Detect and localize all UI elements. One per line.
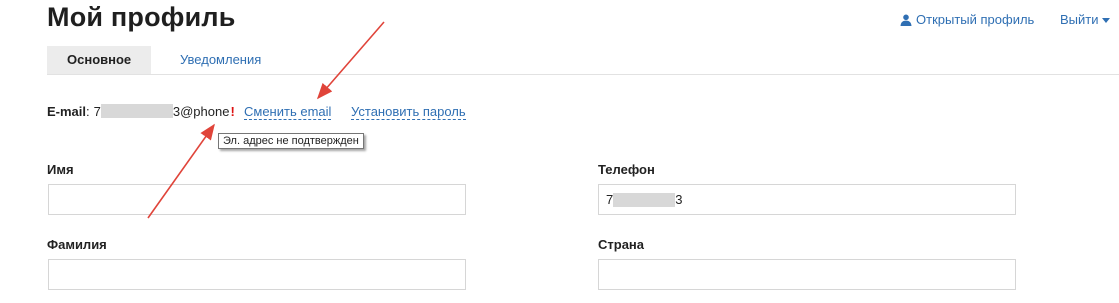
- name-label: Имя: [47, 162, 74, 177]
- email-row: E-mail: 7 3@phone!: [47, 104, 235, 119]
- phone-redaction: [613, 193, 676, 207]
- user-icon: [900, 14, 912, 26]
- name-field[interactable]: [48, 184, 466, 215]
- arrow-to-change-email: [316, 21, 385, 100]
- logout-label: Выйти: [1060, 12, 1099, 27]
- logout-dropdown[interactable]: Выйти: [1060, 12, 1110, 27]
- set-password-link[interactable]: Установить пароль: [351, 104, 466, 120]
- country-field[interactable]: [598, 259, 1016, 290]
- lastname-label: Фамилия: [47, 237, 107, 252]
- email-colon: :: [86, 104, 90, 119]
- page-title: Мой профиль: [47, 2, 236, 32]
- phone-value-end: 3: [675, 192, 683, 207]
- tab-notifications[interactable]: Уведомления: [160, 46, 281, 74]
- phone-field[interactable]: 73: [598, 184, 1016, 215]
- caret-down-icon: [1101, 18, 1110, 23]
- tab-main[interactable]: Основное: [47, 46, 152, 74]
- phone-label: Телефон: [598, 162, 655, 177]
- open-profile-label: Открытый профиль: [916, 12, 1035, 27]
- email-value: 7 3@phone!: [94, 104, 235, 119]
- phone-value-start: 7: [606, 192, 614, 207]
- unverified-tooltip: Эл. адрес не подтвержден: [218, 133, 364, 149]
- email-label: E-mail: [47, 104, 87, 119]
- email-redaction: [100, 104, 173, 118]
- email-value-end: 3@phone: [172, 104, 230, 119]
- country-label: Страна: [598, 237, 645, 252]
- change-email-link[interactable]: Сменить email: [244, 104, 332, 120]
- email-unverified-icon[interactable]: !: [230, 104, 234, 119]
- lastname-field[interactable]: [48, 259, 466, 290]
- open-profile-link[interactable]: Открытый профиль: [900, 12, 1034, 27]
- tabs-divider: [47, 74, 1119, 75]
- email-value-start: 7: [93, 104, 101, 119]
